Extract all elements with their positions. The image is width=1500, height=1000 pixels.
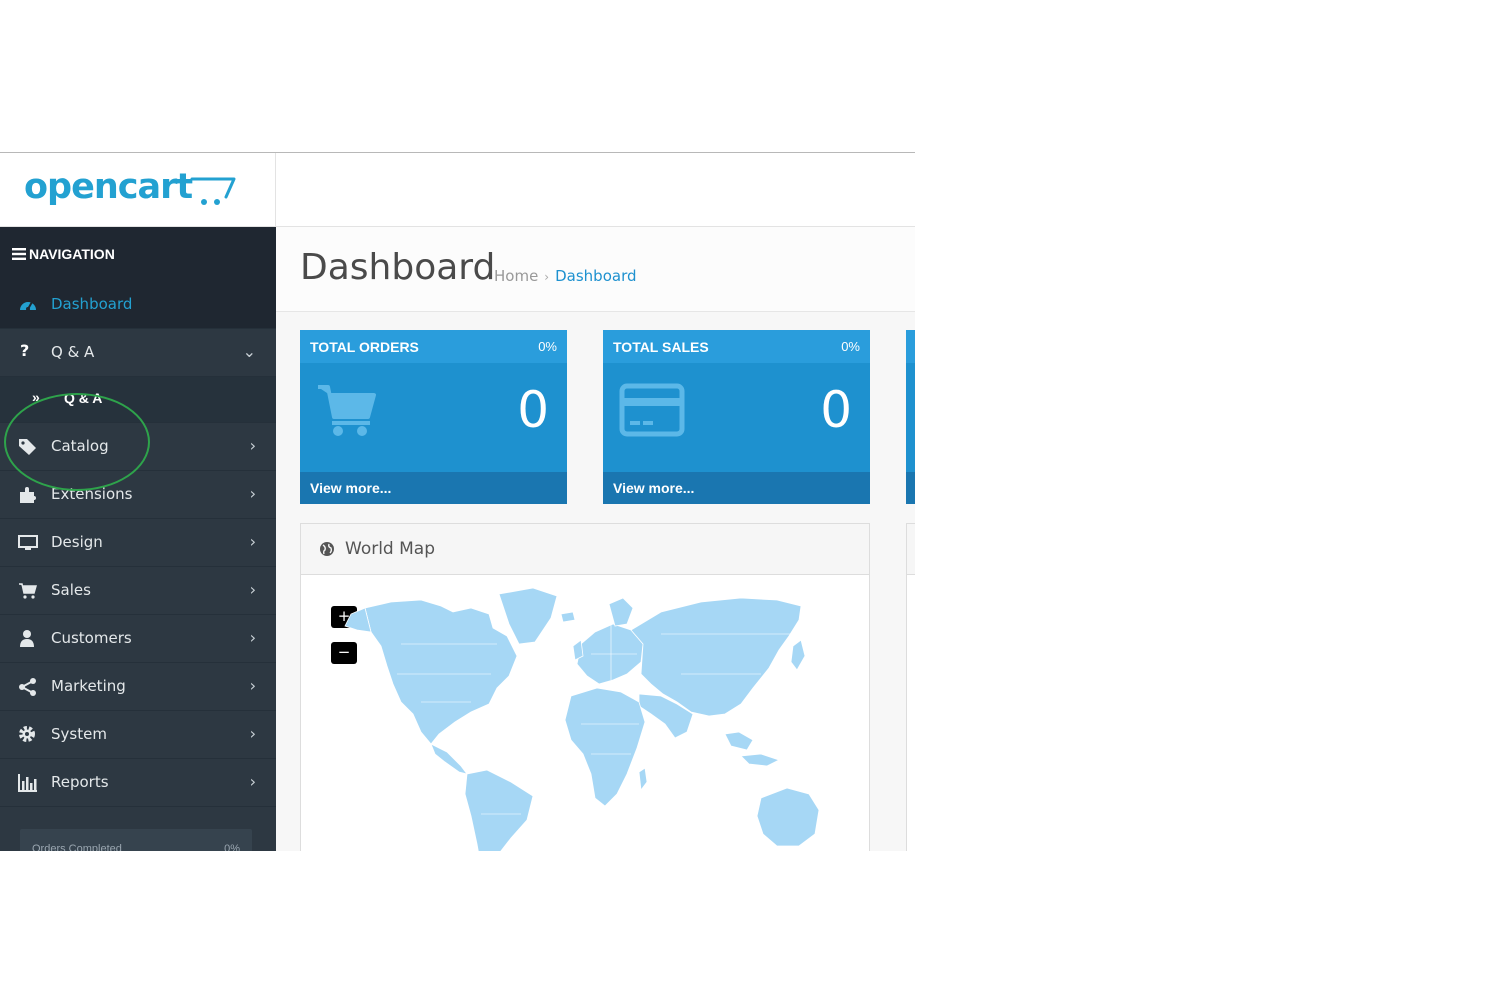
dashboard-icon — [20, 301, 36, 311]
top-header: opencart — [0, 153, 915, 227]
sidebar-item-system[interactable]: System › — [0, 711, 276, 759]
sidebar-item-label: Customers — [51, 629, 132, 647]
map-region-uk — [572, 639, 584, 661]
cart-logo-icon — [190, 177, 236, 205]
sidebar-item-catalog[interactable]: Catalog › — [0, 423, 276, 471]
chevron-right-icon: › — [249, 772, 256, 791]
tile-header: TOTAL SALES 0% — [603, 330, 870, 363]
total-sales-tile: TOTAL SALES 0% 0 View more... — [603, 330, 870, 504]
sidebar-item-sales[interactable]: Sales › — [0, 567, 276, 615]
chevron-right-icon: › — [249, 484, 256, 503]
tile-value: 0 — [517, 381, 549, 439]
sidebar-item-design[interactable]: Design › — [0, 519, 276, 567]
tile-body: 0 — [603, 363, 870, 472]
map-title: World Map — [345, 539, 435, 559]
progress-label: Orders Completed — [32, 843, 122, 851]
world-map-panel: World Map + − — [300, 523, 870, 851]
double-chevron-right-icon: » — [32, 389, 40, 405]
map-region-madagascar — [638, 767, 648, 792]
sidebar-item-label: Marketing — [51, 677, 126, 695]
logo-text: opencart — [24, 167, 193, 207]
sidebar-item-marketing[interactable]: Marketing › — [0, 663, 276, 711]
sidebar-item-label: Reports — [51, 773, 109, 791]
sidebar-item-label: Sales — [51, 581, 91, 599]
main-content: Dashboard Home › Dashboard TOTAL ORDERS 0%… — [276, 227, 915, 851]
sidebar-item-label: Extensions — [51, 485, 133, 503]
total-orders-tile: TOTAL ORDERS 0% 0 View more... — [300, 330, 567, 504]
page-header: Dashboard Home › Dashboard — [276, 227, 915, 312]
sidebar-item-label: Q & A — [51, 343, 95, 361]
cart-icon — [19, 583, 37, 599]
globe-icon — [320, 542, 334, 556]
map-panel-header: World Map — [301, 524, 869, 575]
sidebar-item-label: Catalog — [51, 437, 109, 455]
monitor-icon — [18, 535, 38, 550]
sidebar-item-label: Dashboard — [51, 295, 133, 313]
user-icon — [20, 630, 34, 647]
map-region-iceland — [560, 611, 576, 623]
sidebar-item-dashboard[interactable]: Dashboard — [0, 281, 276, 329]
breadcrumb-home-link[interactable]: Home — [494, 267, 538, 285]
chevron-right-icon: › — [249, 676, 256, 695]
sidebar-item-qa[interactable]: ? Q & A ⌄ — [0, 329, 276, 377]
bar-chart-icon — [18, 774, 37, 792]
chevron-right-icon: › — [249, 532, 256, 551]
app-window: opencart NAVIGATION Dashboard ? Q & A ⌄ … — [0, 152, 915, 851]
map-region-africa — [564, 687, 646, 807]
sidebar-item-extensions[interactable]: Extensions › — [0, 471, 276, 519]
tile-value: 0 — [820, 381, 852, 439]
tile-percent: 0% — [841, 339, 860, 354]
breadcrumb: Home › Dashboard — [494, 267, 637, 285]
sidebar: NAVIGATION Dashboard ? Q & A ⌄ » Q & A C… — [0, 227, 276, 851]
sidebar-item-reports[interactable]: Reports › — [0, 759, 276, 807]
logo-area[interactable]: opencart — [0, 153, 276, 226]
map-region-south-america — [464, 769, 534, 851]
puzzle-icon — [20, 487, 36, 503]
navigation-header: NAVIGATION — [0, 227, 276, 281]
tile-title: TOTAL SALES — [613, 339, 709, 355]
map-region-central-america — [430, 743, 468, 775]
page-title: Dashboard — [300, 247, 496, 288]
hamburger-icon — [12, 247, 26, 260]
map-region-japan — [790, 639, 806, 671]
shopping-cart-icon — [318, 385, 376, 436]
partial-panel — [906, 523, 915, 851]
map-region-southeast-asia — [724, 731, 754, 751]
navigation-title: NAVIGATION — [29, 246, 115, 262]
question-icon: ? — [20, 341, 30, 360]
sidebar-subitem-label: Q & A — [64, 390, 103, 406]
credit-card-icon — [619, 383, 685, 437]
partial-tile — [906, 330, 915, 504]
tile-body: 0 — [300, 363, 567, 472]
view-more-link[interactable]: View more... — [603, 472, 870, 504]
world-map[interactable] — [321, 584, 861, 851]
sidebar-item-label: Design — [51, 533, 103, 551]
map-region-north-america — [364, 599, 518, 745]
chevron-right-icon: › — [249, 628, 256, 647]
sidebar-item-customers[interactable]: Customers › — [0, 615, 276, 663]
chevron-right-icon: › — [249, 724, 256, 743]
progress-value: 0% — [224, 843, 240, 851]
orders-completed-card: Orders Completed 0% — [20, 829, 252, 851]
map-region-greenland — [498, 587, 558, 645]
view-more-link[interactable]: View more... — [300, 472, 567, 504]
breadcrumb-separator-icon: › — [544, 270, 550, 284]
view-more-label: View more... — [613, 480, 695, 496]
chevron-down-icon: ⌄ — [242, 342, 256, 361]
chevron-right-icon: › — [249, 436, 256, 455]
map-region-australia — [756, 787, 820, 847]
sidebar-item-label: System — [51, 725, 107, 743]
chevron-right-icon: › — [249, 580, 256, 599]
view-more-label: View more... — [310, 480, 392, 496]
sidebar-subitem-qa[interactable]: » Q & A — [0, 377, 276, 423]
map-region-indonesia — [740, 753, 781, 767]
tile-title: TOTAL ORDERS — [310, 339, 419, 355]
tile-header: TOTAL ORDERS 0% — [300, 330, 567, 363]
map-region-scandinavia — [608, 597, 634, 627]
cog-icon — [19, 726, 35, 742]
share-icon — [19, 678, 36, 696]
tile-percent: 0% — [538, 339, 557, 354]
breadcrumb-current-link[interactable]: Dashboard — [555, 267, 636, 285]
tags-icon — [19, 439, 36, 455]
